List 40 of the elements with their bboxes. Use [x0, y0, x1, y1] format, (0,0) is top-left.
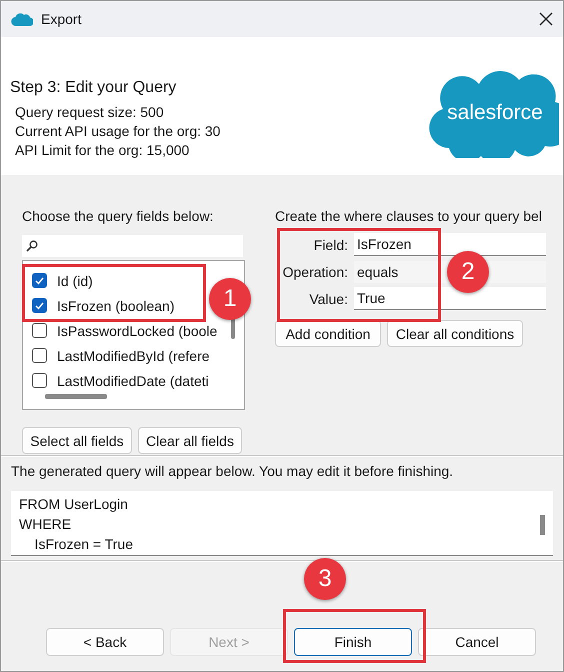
cloud-icon	[11, 12, 33, 26]
query-editor[interactable]: FROM UserLogin WHERE IsFrozen = True	[11, 491, 553, 555]
clear-conditions-button[interactable]: Clear all conditions	[387, 320, 523, 347]
condition-label: Operation:	[282, 264, 348, 280]
wizard-button[interactable]: < Back	[46, 628, 164, 656]
checkbox[interactable]	[32, 273, 47, 288]
select-all-button[interactable]: Select all fields	[22, 427, 132, 454]
search-field[interactable]	[22, 235, 243, 257]
checkbox[interactable]	[32, 373, 47, 388]
close-icon[interactable]	[539, 12, 553, 26]
condition-input[interactable]: IsFrozen	[354, 233, 546, 256]
checkmark-icon	[35, 276, 44, 284]
scrollbar-thumb[interactable]	[45, 394, 107, 399]
step-title: Step 3: Edit your Query	[10, 79, 178, 97]
clear-all-button[interactable]: Clear all fields	[138, 427, 242, 454]
field-label[interactable]: IsPasswordLocked (boole	[57, 322, 218, 338]
checkbox[interactable]	[32, 348, 47, 363]
checkbox[interactable]	[32, 298, 47, 313]
info-line: Current API usage for the org: 30	[14, 122, 222, 141]
window-title: Export	[41, 11, 82, 27]
checkmark-icon	[35, 302, 44, 310]
wizard-button[interactable]: Finish	[294, 628, 412, 656]
step-badge: 3	[304, 558, 346, 600]
add-condition-button[interactable]: Add condition	[275, 320, 381, 347]
condition-input[interactable]: True	[354, 287, 546, 310]
query-label: The generated query will appear below. You may edit it before finishing.	[10, 462, 454, 481]
info-line: Query request size: 500	[14, 103, 165, 122]
condition-label: Value:	[308, 290, 348, 306]
condition-label: Field:	[312, 236, 348, 252]
conditions-label: Create the where clauses to your query bel	[275, 208, 543, 226]
checkbox[interactable]	[32, 323, 47, 338]
scrollbar-thumb[interactable]	[540, 515, 545, 535]
field-label[interactable]: LastModifiedById (refere	[57, 348, 210, 364]
search-icon	[26, 240, 38, 252]
wizard-button[interactable]: Cancel	[418, 628, 536, 656]
info-line: API Limit for the org: 15,000	[14, 141, 190, 160]
field-label[interactable]: IsFrozen (boolean)	[57, 298, 175, 314]
field-label[interactable]: Id (id)	[57, 272, 93, 288]
field-label[interactable]: LastModifiedDate (dateti	[57, 372, 209, 388]
fields-label: Choose the query fields below:	[22, 208, 214, 226]
